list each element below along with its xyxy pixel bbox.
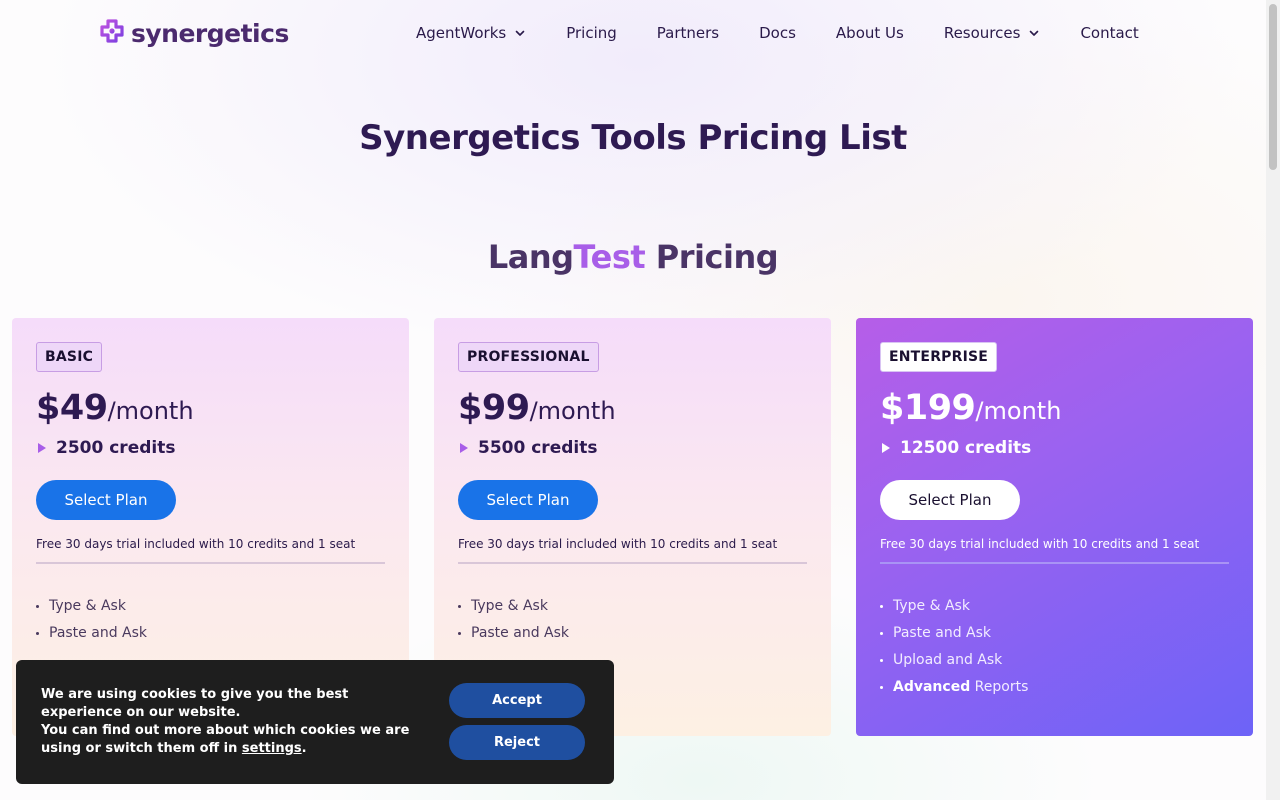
reject-cookies-button[interactable]: Reject [449, 725, 585, 760]
select-plan-button[interactable]: Select Plan [458, 480, 598, 520]
list-item: Paste and Ask [880, 625, 1229, 641]
nav-partners-label: Partners [656, 24, 720, 42]
cookie-banner: We are using cookies to give you the bes… [16, 660, 614, 784]
section-title-accent: Test [573, 238, 646, 276]
logo[interactable]: synergetics [97, 18, 289, 48]
nav-resources[interactable]: Resources [944, 24, 1041, 42]
bullet-icon [880, 685, 883, 689]
cookie-end: . [301, 741, 307, 756]
nav-docs-label: Docs [759, 24, 796, 42]
section-title-part2: Pricing [645, 238, 779, 276]
logo-mark-icon [100, 19, 124, 43]
price-amount: $199 [880, 388, 976, 428]
bullet-icon [880, 631, 883, 635]
nav-contact-label: Contact [1080, 24, 1139, 42]
feature-label: Type & Ask [49, 598, 126, 614]
select-plan-button[interactable]: Select Plan [880, 480, 1020, 520]
nav-contact[interactable]: Contact [1080, 24, 1138, 42]
bullet-icon [36, 631, 39, 635]
trial-note: Free 30 days trial included with 10 cred… [880, 537, 1229, 564]
caret-right-icon [460, 443, 468, 453]
cookie-settings-link[interactable]: settings [242, 741, 302, 756]
plan-price: $99 /month [458, 388, 807, 428]
chevron-down-icon [515, 30, 525, 36]
accept-cookies-button[interactable]: Accept [449, 683, 585, 718]
caret-right-icon [882, 443, 890, 453]
chevron-down-icon [1030, 30, 1039, 36]
cookie-message: We are using cookies to give you the bes… [41, 686, 421, 758]
nav-resources-label: Resources [943, 24, 1021, 42]
list-item: Type & Ask [458, 598, 807, 614]
trial-note: Free 30 days trial included with 10 cred… [36, 537, 385, 564]
list-item: Upload and Ask [880, 652, 1229, 668]
feature-list: Type & Ask Paste and Ask [36, 598, 385, 641]
feature-rest: Reports [970, 679, 1029, 695]
list-item: Paste and Ask [458, 625, 807, 641]
select-plan-button[interactable]: Select Plan [36, 480, 176, 520]
bullet-icon [458, 604, 461, 608]
site-header: synergetics AgentWorks Pricing Partners … [0, 0, 1266, 72]
plan-badge: PROFESSIONAL [458, 342, 599, 372]
feature-label: Advanced Reports [893, 679, 1028, 695]
section-title: LangTest Pricing [0, 238, 1266, 276]
plan-credits: 5500 credits [458, 438, 807, 458]
price-period: /month [529, 397, 616, 425]
price-period: /month [975, 397, 1062, 425]
price-amount: $49 [36, 388, 108, 428]
nav-agentworks-label: AgentWorks [416, 24, 507, 42]
feature-label: Paste and Ask [893, 625, 992, 641]
feature-list: Type & Ask Paste and Ask Upload and Ask … [880, 598, 1229, 695]
nav-pricing-label: Pricing [566, 24, 617, 42]
plan-credits: 2500 credits [36, 438, 385, 458]
feature-label: Paste and Ask [49, 625, 148, 641]
bullet-icon [458, 631, 461, 635]
main-nav: AgentWorks Pricing Partners Docs About U… [416, 24, 1139, 42]
page-title: Synergetics Tools Pricing List [359, 118, 907, 158]
list-item: Type & Ask [36, 598, 385, 614]
bullet-icon [880, 604, 883, 608]
feature-label: Type & Ask [893, 598, 970, 614]
feature-label: Upload and Ask [893, 652, 1003, 668]
plan-price: $199 /month [880, 388, 1229, 428]
section-title-part1: Lang [487, 238, 574, 276]
plan-card-enterprise: ENTERPRISE $199 /month 12500 credits Sel… [856, 318, 1253, 736]
price-amount: $99 [458, 388, 530, 428]
nav-agentworks[interactable]: AgentWorks [416, 24, 526, 42]
feature-label: Paste and Ask [471, 625, 570, 641]
bullet-icon [880, 658, 883, 662]
trial-note: Free 30 days trial included with 10 cred… [458, 537, 807, 564]
nav-about-us[interactable]: About Us [836, 24, 904, 42]
list-item: Type & Ask [880, 598, 1229, 614]
plan-price: $49 /month [36, 388, 385, 428]
list-item: Advanced Reports [880, 679, 1229, 695]
credits-label: 5500 credits [478, 438, 598, 458]
plan-credits: 12500 credits [880, 438, 1229, 458]
nav-partners[interactable]: Partners [657, 24, 719, 42]
logo-text: synergetics [131, 18, 289, 48]
cookie-line-1: We are using cookies to give you the bes… [41, 687, 349, 720]
feature-list: Type & Ask Paste and Ask [458, 598, 807, 641]
feature-bold: Advanced [893, 679, 971, 695]
plan-badge: BASIC [36, 342, 103, 372]
credits-label: 2500 credits [56, 438, 176, 458]
bullet-icon [36, 604, 39, 608]
nav-docs[interactable]: Docs [759, 24, 796, 42]
scrollbar-thumb[interactable] [1269, 4, 1277, 170]
credits-label: 12500 credits [900, 438, 1032, 458]
cookie-line-2: You can find out more about which cookie… [41, 723, 410, 756]
caret-right-icon [38, 443, 46, 453]
nav-pricing[interactable]: Pricing [566, 24, 617, 42]
list-item: Paste and Ask [36, 625, 385, 641]
plan-badge: ENTERPRISE [880, 342, 998, 372]
price-period: /month [107, 397, 194, 425]
nav-about-us-label: About Us [835, 24, 904, 42]
page-scrollbar[interactable] [1266, 0, 1280, 800]
feature-label: Type & Ask [471, 598, 548, 614]
